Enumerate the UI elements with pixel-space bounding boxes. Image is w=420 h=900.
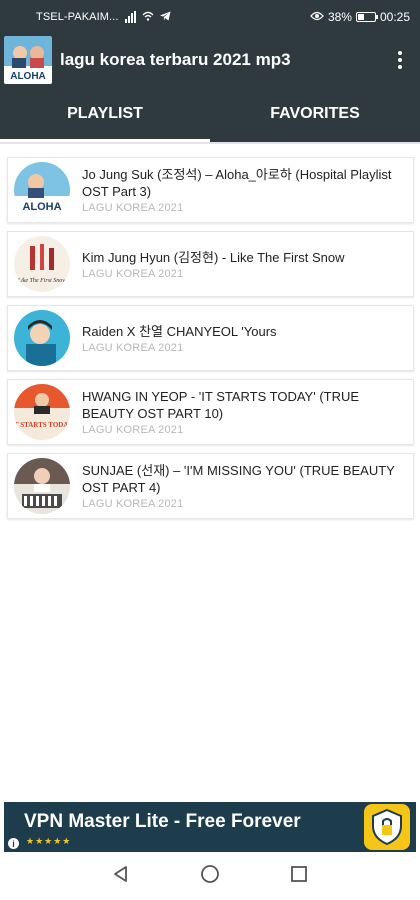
recents-icon[interactable] — [289, 864, 309, 889]
song-thumbnail — [14, 310, 70, 366]
app-icon: ALOHA — [4, 36, 52, 84]
navigation-bar — [0, 852, 420, 900]
wifi-icon — [142, 11, 154, 24]
song-subtitle: LAGU KOREA 2021 — [82, 267, 184, 280]
tab-playlist[interactable]: PLAYLIST — [0, 86, 210, 142]
eye-comfort-icon — [310, 10, 324, 24]
ad-rating-stars: ★★★★★ — [26, 836, 72, 846]
list-item[interactable]: SUNJAE (선재) – 'I'M MISSING YOU' (TRUE BE… — [7, 453, 414, 519]
song-subtitle: LAGU KOREA 2021 — [82, 202, 184, 214]
thumbnail-text: ALOHA — [22, 201, 61, 213]
song-subtitle: LAGU KOREA 2021 — [82, 341, 184, 354]
vpn-shield-icon — [364, 804, 410, 850]
song-title: Jo Jung Suk (조정석) – Aloha_아로하 (Hospital … — [82, 167, 392, 199]
song-title: SUNJAE (선재) – 'I'M MISSING YOU' (TRUE BE… — [82, 463, 395, 495]
song-thumbnail: Like The First Snow — [14, 236, 70, 292]
song-thumbnail: IT STARTS TODAY — [14, 384, 70, 440]
thumbnail-text: IT STARTS TODAY — [14, 421, 70, 429]
status-bar: TSEL-PAKAIM... 38% 00:25 — [0, 0, 420, 34]
song-title: HWANG IN YEOP - 'IT STARTS TODAY' (TRUE … — [82, 389, 360, 421]
more-options-icon[interactable] — [386, 40, 414, 80]
song-thumbnail: ALOHA — [14, 162, 70, 218]
app-icon-text: ALOHA — [10, 71, 46, 82]
signal-icon — [124, 11, 136, 23]
song-title: Raiden X 찬열 CHANYEOL 'Yours — [82, 323, 277, 339]
list-item[interactable]: Like The First Snow Kim Jung Hyun (김정현) … — [7, 231, 414, 297]
tab-divider — [0, 142, 420, 144]
playlist: ALOHA Jo Jung Suk (조정석) – Aloha_아로하 (Hos… — [7, 157, 414, 527]
song-subtitle: LAGU KOREA 2021 — [82, 424, 184, 436]
carrier-name: TSEL-PAKAIM... — [36, 11, 119, 23]
back-icon[interactable] — [111, 864, 131, 889]
battery-percent: 38% — [327, 10, 352, 24]
telegram-icon — [159, 11, 171, 24]
ad-title: VPN Master Lite - Free Forever — [24, 811, 301, 832]
battery-icon — [355, 12, 378, 22]
ad-info-icon[interactable]: i — [8, 838, 19, 849]
list-item[interactable]: Raiden X 찬열 CHANYEOL 'Yours LAGU KOREA 2… — [7, 305, 414, 371]
tab-bar: PLAYLIST FAVORITES — [0, 86, 420, 142]
song-thumbnail — [14, 458, 70, 514]
song-subtitle: LAGU KOREA 2021 — [82, 498, 184, 510]
home-icon[interactable] — [199, 863, 221, 890]
ad-banner[interactable]: VPN Master Lite - Free Forever ★★★★★ i — [4, 802, 416, 852]
app-bar: ALOHA lagu korea terbaru 2021 mp3 — [0, 34, 420, 86]
list-item[interactable]: IT STARTS TODAY HWANG IN YEOP - 'IT STAR… — [7, 379, 414, 445]
clock: 00:25 — [379, 10, 410, 24]
thumbnail-text: Like The First Snow — [17, 278, 67, 284]
tab-favorites[interactable]: FAVORITES — [210, 86, 420, 142]
song-title: Kim Jung Hyun (김정현) - Like The First Sno… — [82, 249, 345, 265]
list-item[interactable]: ALOHA Jo Jung Suk (조정석) – Aloha_아로하 (Hos… — [7, 157, 414, 223]
app-title: lagu korea terbaru 2021 mp3 — [60, 50, 291, 69]
